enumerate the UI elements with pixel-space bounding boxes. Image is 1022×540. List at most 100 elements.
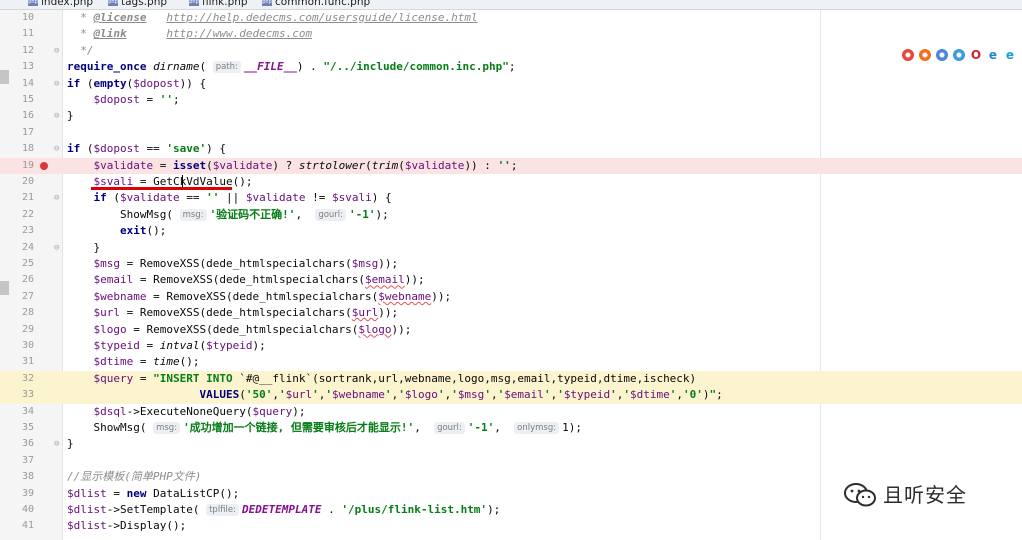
code-token: empty [93,76,127,90]
code-line[interactable]: 34 $dsql->ExecuteNoneQuery($query); [0,404,1022,420]
code-token: ); [375,207,389,221]
line-number: 32 [21,372,34,384]
code-text: $typeid = intval($typeid); [67,338,266,354]
code-line[interactable]: 37 [0,453,1022,469]
code-line[interactable]: 17 [0,125,1022,141]
tab-flink-php[interactable]: php flink.php [189,0,248,9]
fold-toggle-icon[interactable]: ⊖ [54,43,59,59]
code-token: ' [451,388,458,402]
code-line[interactable]: 35 ShowMsg( msg: '成功增加一个链接, 但需要审核后才能显示!',… [0,420,1022,436]
breakpoint-icon[interactable] [40,161,48,170]
tab-common-func-php[interactable]: php common.func.php [262,0,370,9]
tab-index-php[interactable]: php index.php [28,0,93,9]
code-line[interactable]: 11 * @link http://www.dedecms.com [0,26,1022,42]
code-line[interactable]: 26 $email = RemoveXSS(dede_htmlspecialch… [0,272,1022,288]
line-number: 38 [21,471,34,483]
fold-toggle-icon[interactable]: ⊖ [54,141,59,157]
line-number: 19 [21,159,34,171]
code-token: = RemoveXSS(dede_htmlspecialchars( [120,306,352,320]
code-line[interactable]: 27 $webname = RemoveXSS(dede_htmlspecial… [0,289,1022,305]
code-token: exit [119,224,147,238]
code-text: $logo = RemoveXSS(dede_htmlspecialchars(… [67,322,412,338]
code-line[interactable]: 31 $dtime = time(); [0,354,1022,370]
tab-tags-php[interactable]: php tags.php [108,0,167,9]
code-line[interactable]: 33 VALUES('50','$url','$webname','$logo'… [0,387,1022,404]
code-line[interactable]: 28 $url = RemoveXSS(dede_htmlspecialchar… [0,305,1022,321]
code-token: ); [292,404,306,418]
line-number: 41 [21,520,34,532]
code-token: if [67,142,87,156]
line-number: 15 [21,94,34,105]
code-token: $logo [358,322,392,336]
code-token: , [494,421,515,434]
fold-toggle-icon[interactable]: ⊖ [54,76,59,92]
code-token: $dtime [93,355,134,369]
code-token: '' [497,158,511,172]
safari-icon[interactable] [953,49,965,61]
code-token: ( [86,142,94,156]
code-line[interactable]: 12 ⊖ */ [0,43,1022,59]
line-number: 31 [21,356,34,368]
code-line[interactable]: 16 ⊖} [0,108,1022,124]
php-file-icon: php [262,0,272,6]
code-line[interactable]: 14 ⊖ if (empty($dopost)) { [0,76,1022,92]
code-line[interactable]: 24 ⊖ } [0,240,1022,256]
fold-toggle-icon[interactable]: ⊖ [54,240,59,256]
chrome-icon[interactable] [902,49,914,61]
ie-icon[interactable]: e [987,49,999,61]
code-token: $typeid [93,339,140,352]
line-number: 34 [21,405,34,417]
code-token: )); [378,257,399,270]
code-line[interactable]: 13 require_once dirname( path: __FILE__) .… [0,59,1022,75]
code-text: $validate = isset($validate) ? strtolowe… [67,158,518,174]
parameter-hint: gourl: [434,422,465,434]
fold-toggle-icon[interactable]: ⊖ [54,436,59,452]
fold-toggle-icon[interactable]: ⊖ [54,108,59,124]
code-text: $dlist = new DataListCP(); [67,486,239,502]
code-token: $dlist [67,519,107,533]
fold-toggle-icon[interactable]: ⊖ [54,190,59,206]
code-token: VALUES [199,388,240,402]
code-line[interactable]: 15 $dopost = ''; [0,92,1022,108]
code-line[interactable]: 25 $msg = RemoveXSS(dede_htmlspecialchar… [0,256,1022,272]
chromium-icon[interactable] [936,49,948,61]
code-line[interactable]: 21 ⊖ if ($validate == '' || $validate != … [0,190,1022,206]
code-line[interactable]: 22 ShowMsg( msg: '验证码不正确!', gourl: '-1'); [0,207,1022,223]
code-token: //显示模板(简单PHP文件) [67,470,202,484]
code-token: )); [378,306,399,320]
code-line[interactable]: 18 ⊖ if ($dopost == 'save') { [0,141,1022,157]
code-line[interactable]: 36 ⊖} [0,436,1022,452]
code-token: $validate [212,158,273,172]
code-line[interactable]: 23 exit(); [0,223,1022,239]
code-token: ( [199,60,213,74]
parameter-hint: gourl: [315,208,347,221]
code-line[interactable]: 10 * @license http://help.dedecms.com/us… [0,10,1022,26]
code-line[interactable]: 41 $dlist->Display(); [0,518,1022,534]
line-number: 17 [21,126,34,138]
code-token: '' [206,191,220,205]
code-line[interactable]: 29 $logo = RemoveXSS(dede_htmlspecialcha… [0,322,1022,338]
opera-icon[interactable]: O [970,49,982,61]
code-text: * @license http://help.dedecms.com/users… [67,10,477,26]
code-line[interactable]: 30 $typeid = intval($typeid); [0,338,1022,354]
code-token: ( [206,158,213,172]
code-line[interactable]: 32 $query = "INSERT INTO `#@__flink`(sor… [0,370,1022,388]
code-text: } [67,436,74,452]
code-text: } [67,108,74,124]
code-token: * [67,11,94,24]
code-token: if [93,191,114,205]
firefox-icon[interactable] [919,49,931,61]
code-token: ->ExecuteNoneQuery( [126,404,253,418]
code-token: = RemoveXSS(dede_htmlspecialchars( [146,289,379,303]
line-number: 16 [21,110,34,122]
code-line[interactable]: 19 $validate = isset($validate) ? strtol… [0,157,1022,174]
code-token: ' [312,388,319,402]
edge-icon[interactable]: e [1004,49,1016,61]
line-number: 26 [21,274,34,286]
code-token: $webname [93,289,147,303]
